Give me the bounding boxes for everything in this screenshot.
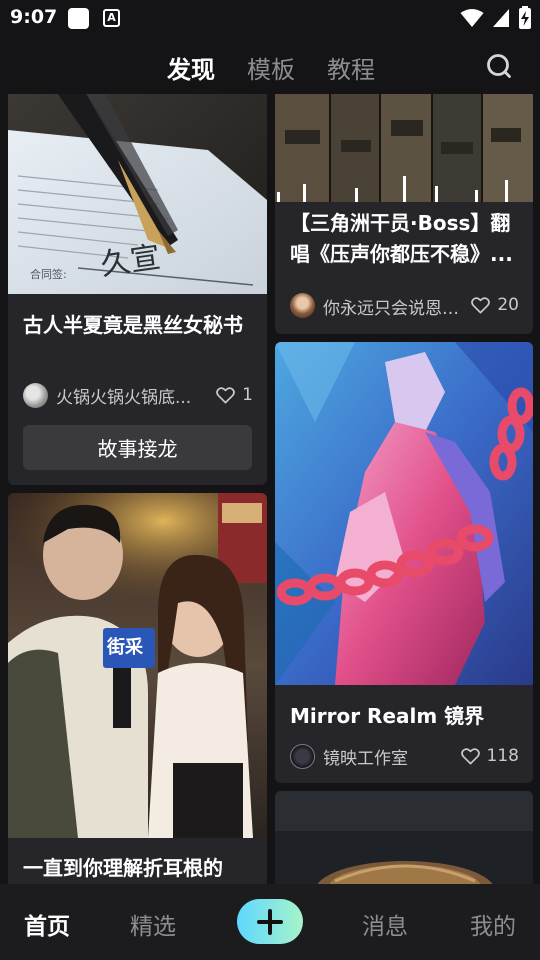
status-icons [460, 6, 532, 30]
nav-messages[interactable]: 消息 [362, 907, 408, 941]
plus-icon [257, 908, 283, 935]
image-contract-caption: 合同签: [30, 268, 67, 281]
post-title: 一直到你理解折耳根的 [23, 856, 223, 880]
story-relay-button[interactable]: 故事接龙 [23, 425, 252, 470]
battery-charging-icon [519, 6, 531, 29]
post-cover-image [275, 342, 533, 685]
author-name[interactable]: 镜映工作室 [323, 744, 453, 769]
post-cover-image [275, 791, 533, 884]
image-handwriting-text: 久宣 [98, 239, 163, 283]
post-card[interactable]: 久宣 合同签: 古人半夏竟是黑丝女秘书 火锅火锅火锅底... 1 故事接龙 [8, 94, 267, 485]
post-card[interactable] [275, 791, 533, 884]
feed[interactable]: 久宣 合同签: 古人半夏竟是黑丝女秘书 火锅火锅火锅底... 1 故事接龙 街采… [0, 94, 540, 884]
heart-icon [471, 296, 491, 313]
wifi-icon [460, 9, 484, 27]
post-meta: 镜映工作室 118 [290, 743, 519, 769]
search-icon[interactable] [486, 53, 512, 79]
post-cover-image: 久宣 合同签: [8, 94, 267, 294]
post-title: 古人半夏竟是黑丝女秘书 [23, 313, 243, 337]
post-meta: 火锅火锅火锅底... 1 [23, 382, 253, 408]
nav-home[interactable]: 首页 [24, 907, 70, 941]
author-name[interactable]: 你永远只会说恩𓆝 [323, 291, 463, 320]
like-button[interactable]: 20 [471, 295, 519, 315]
tab-templates[interactable]: 模板 [247, 50, 295, 85]
mic-sign-text: 街采 [107, 637, 143, 658]
post-title: Mirror Realm 镜界 [290, 704, 485, 728]
top-tab-bar: 发现 模板 教程 [0, 38, 540, 94]
status-bar: 9:07 A [0, 0, 540, 38]
like-button[interactable]: 1 [216, 385, 253, 405]
tab-discover[interactable]: 发现 [167, 50, 215, 85]
notification-square-icon [68, 8, 89, 29]
like-count: 20 [497, 295, 519, 315]
like-count: 118 [486, 746, 519, 766]
author-avatar[interactable] [290, 292, 315, 318]
post-card[interactable]: Mirror Realm 镜界 镜映工作室 118 [275, 342, 533, 783]
signal-icon [493, 9, 509, 27]
post-meta: 你永远只会说恩𓆝 20 [290, 291, 519, 320]
heart-icon [460, 747, 480, 764]
heart-icon [216, 386, 236, 403]
nav-featured[interactable]: 精选 [130, 907, 176, 941]
post-card[interactable]: 街采 一直到你理解折耳根的 [8, 493, 267, 884]
bottom-nav: 首页 精选 消息 我的 [0, 884, 540, 960]
author-avatar[interactable] [290, 743, 315, 769]
author-name[interactable]: 火锅火锅火锅底... [56, 383, 208, 408]
post-card[interactable]: 【三角洲干员·Boss】翻唱《压声你都压不稳》... 你永远只会说恩𓆝 20 [275, 94, 533, 334]
status-time: 9:07 [10, 6, 58, 28]
post-cover-image [275, 94, 533, 202]
post-title: 【三角洲干员·Boss】翻唱《压声你都压不稳》... [290, 211, 513, 266]
post-cover-image: 街采 [8, 493, 267, 838]
like-button[interactable]: 118 [460, 746, 519, 766]
tab-tutorials[interactable]: 教程 [327, 50, 375, 85]
author-avatar[interactable] [23, 382, 48, 408]
font-a-icon: A [103, 9, 120, 27]
nav-me[interactable]: 我的 [470, 907, 516, 941]
create-button[interactable] [237, 899, 303, 944]
like-count: 1 [242, 385, 253, 405]
